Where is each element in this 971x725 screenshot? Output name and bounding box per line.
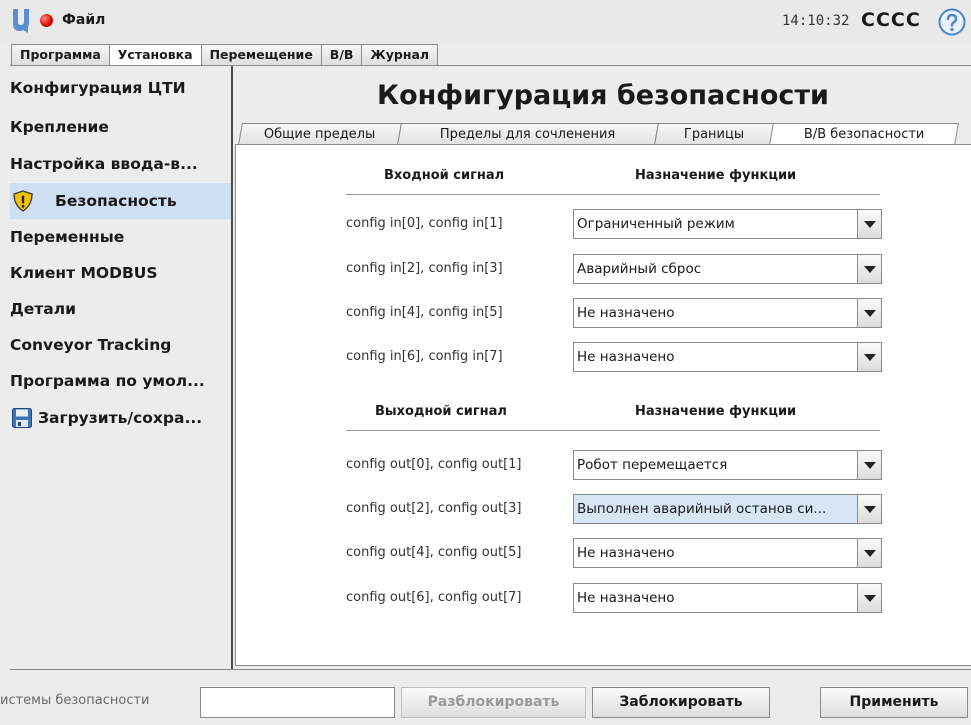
tab-program[interactable]: Программа bbox=[11, 44, 110, 65]
input-function-header: Назначение функции bbox=[635, 168, 797, 183]
input-signal-header: Входной сигнал bbox=[384, 168, 505, 183]
help-icon[interactable] bbox=[938, 8, 966, 36]
output-function-select[interactable]: Не назначено bbox=[573, 538, 882, 568]
sidebar-item-load-save[interactable]: Загрузить/сохра... bbox=[10, 400, 231, 436]
chevron-down-icon[interactable] bbox=[857, 539, 881, 567]
safety-io-panel: Входной сигнал Назначение функции config… bbox=[235, 144, 971, 666]
input-function-select[interactable]: Ограниченный режим bbox=[573, 209, 882, 239]
chevron-down-icon[interactable] bbox=[857, 299, 881, 327]
input-signal-label: config in[2], config in[3] bbox=[346, 261, 503, 276]
output-function-select[interactable]: Робот перемещается bbox=[573, 450, 882, 480]
chevron-down-icon[interactable] bbox=[857, 343, 881, 371]
sidebar-item-tcp[interactable]: Конфигурация ЦТИ bbox=[10, 70, 231, 106]
output-function-select[interactable]: Не назначено bbox=[573, 583, 882, 613]
chevron-down-icon[interactable] bbox=[857, 584, 881, 612]
clock: 14:10:32 bbox=[782, 13, 850, 29]
sidebar-item-mounting[interactable]: Крепление bbox=[10, 109, 231, 145]
divider bbox=[346, 194, 880, 195]
chevron-down-icon[interactable] bbox=[857, 495, 881, 523]
tab-safety-io[interactable]: В/В безопасности bbox=[769, 123, 959, 145]
ur-logo-icon bbox=[13, 9, 29, 33]
installation-panel: Конфигурация ЦТИ Крепление Настройка вво… bbox=[10, 65, 971, 670]
input-function-select[interactable]: Не назначено bbox=[573, 298, 882, 328]
file-menu[interactable]: Файл bbox=[62, 12, 105, 28]
tab-log[interactable]: Журнал bbox=[361, 44, 439, 65]
input-function-select[interactable]: Не назначено bbox=[573, 342, 882, 372]
sidebar-item-conveyor[interactable]: Conveyor Tracking bbox=[10, 327, 231, 363]
robot-name: CCCC bbox=[861, 9, 921, 31]
tab-installation[interactable]: Установка bbox=[108, 44, 202, 65]
password-input[interactable] bbox=[200, 687, 395, 718]
chevron-down-icon[interactable] bbox=[857, 451, 881, 479]
tab-general-limits[interactable]: Общие пределы bbox=[238, 123, 402, 145]
main-tabs: Программа Установка Перемещение В/В Журн… bbox=[11, 44, 439, 65]
chevron-down-icon[interactable] bbox=[857, 210, 881, 238]
sidebar-item-features[interactable]: Детали bbox=[10, 291, 231, 327]
sidebar-item-modbus[interactable]: Клиент MODBUS bbox=[10, 255, 231, 291]
output-function-header: Назначение функции bbox=[635, 404, 797, 419]
chevron-down-icon[interactable] bbox=[857, 255, 881, 283]
sidebar-item-label: Загрузить/сохра... bbox=[38, 409, 203, 427]
output-signal-label: config out[0], config out[1] bbox=[346, 457, 522, 472]
input-function-select[interactable]: Аварийный сброс bbox=[573, 254, 882, 284]
output-signal-label: config out[6], config out[7] bbox=[346, 590, 522, 605]
robot-status-icon bbox=[40, 14, 53, 27]
tab-joint-limits[interactable]: Пределы для сочленения bbox=[397, 123, 659, 145]
divider bbox=[346, 430, 880, 431]
sidebar-item-io-setup[interactable]: Настройка ввода-в... bbox=[10, 146, 231, 182]
warning-shield-icon bbox=[13, 190, 33, 212]
sidebar-item-variables[interactable]: Переменные bbox=[10, 219, 231, 255]
input-signal-label: config in[4], config in[5] bbox=[346, 305, 503, 320]
lock-button[interactable]: Заблокировать bbox=[592, 687, 770, 718]
tab-io[interactable]: В/В bbox=[320, 44, 363, 65]
password-label: истемы безопасности bbox=[0, 693, 150, 708]
save-disk-icon bbox=[12, 408, 32, 428]
output-signal-label: config out[2], config out[3] bbox=[346, 501, 522, 516]
output-signal-label: config out[4], config out[5] bbox=[346, 545, 522, 560]
sidebar: Конфигурация ЦТИ Крепление Настройка вво… bbox=[10, 66, 231, 669]
input-signal-label: config in[6], config in[7] bbox=[346, 349, 503, 364]
sidebar-item-label: Безопасность bbox=[55, 192, 177, 210]
tab-boundaries[interactable]: Границы bbox=[654, 123, 774, 145]
input-signal-label: config in[0], config in[1] bbox=[346, 216, 503, 231]
output-function-select[interactable]: Выполнен аварийный останов си... bbox=[573, 494, 882, 524]
sidebar-item-default-program[interactable]: Программа по умол... bbox=[10, 363, 231, 399]
tab-move[interactable]: Перемещение bbox=[200, 44, 322, 65]
page-title: Конфигурация безопасности bbox=[377, 80, 829, 111]
output-signal-header: Выходной сигнал bbox=[375, 404, 507, 419]
apply-button[interactable]: Применить bbox=[820, 687, 968, 718]
top-bar: Файл 14:10:32 CCCC bbox=[0, 0, 971, 44]
sidebar-item-safety[interactable]: Безопасность bbox=[10, 183, 231, 219]
content-area: Конфигурация безопасности Общие пределы … bbox=[231, 66, 971, 669]
unlock-button[interactable]: Разблокировать bbox=[401, 687, 586, 718]
